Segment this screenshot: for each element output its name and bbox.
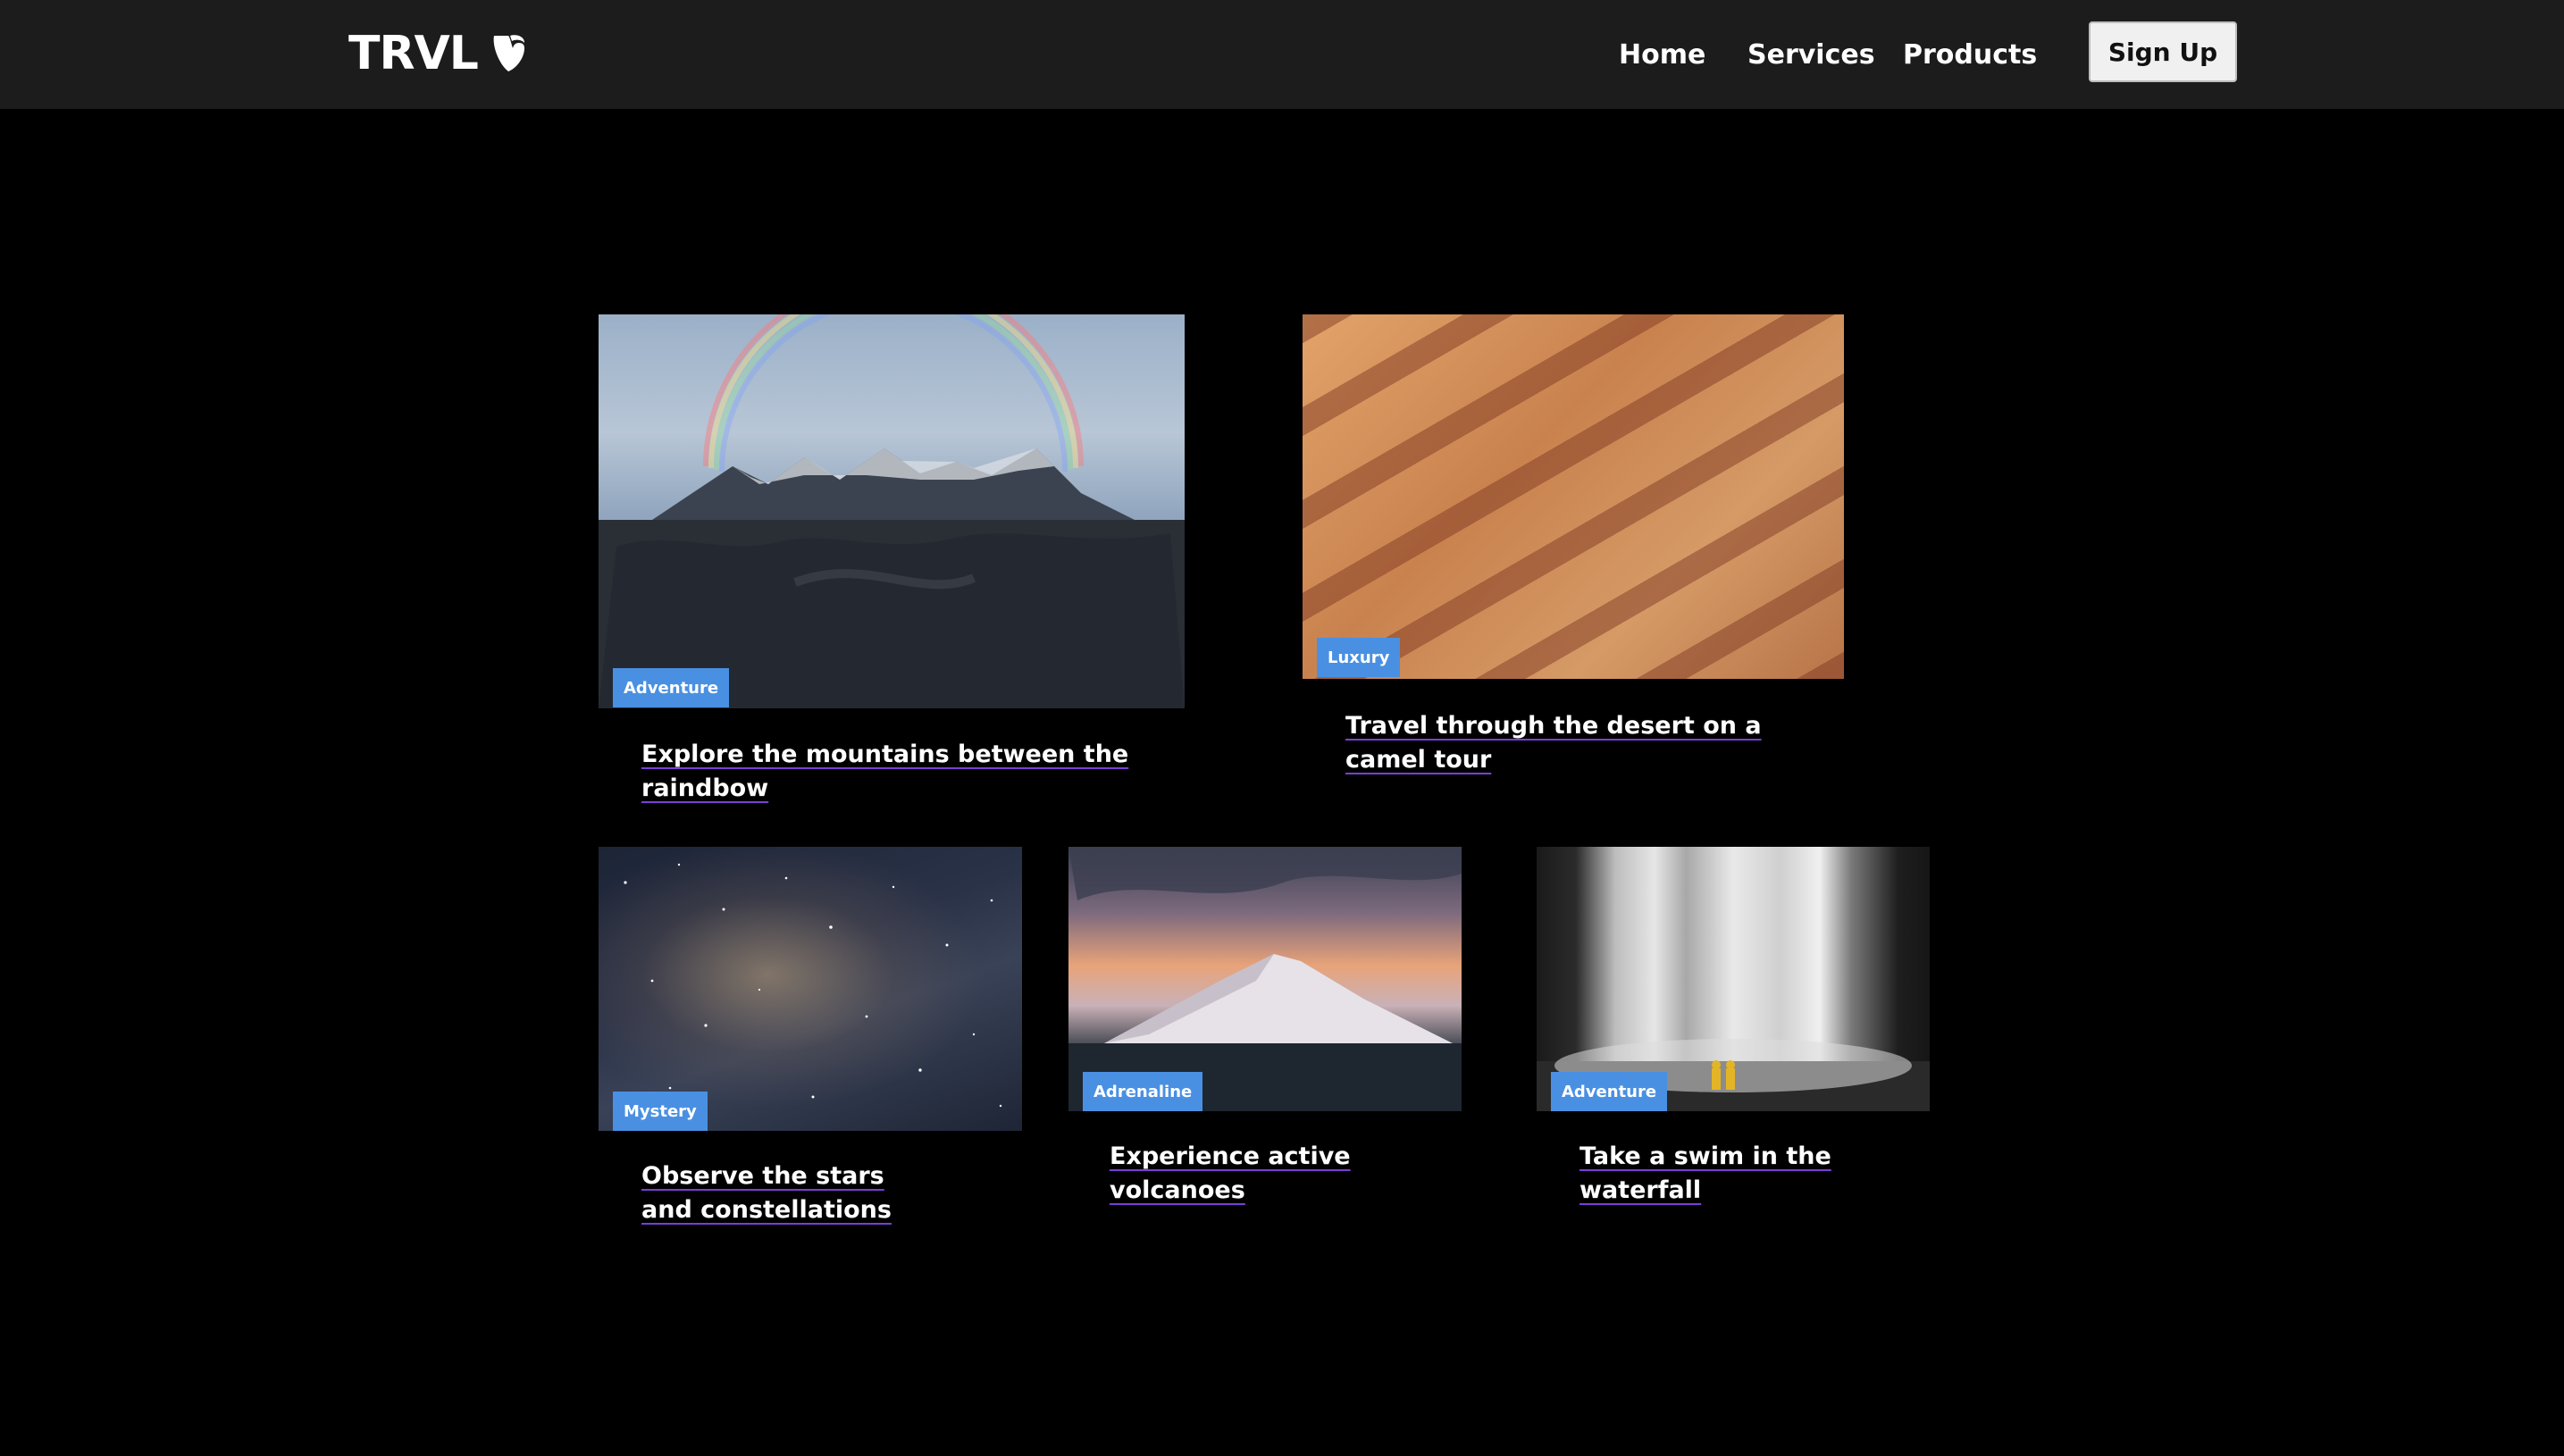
mountains-illustration: [599, 314, 1185, 708]
card-title-link[interactable]: Take a swim in the waterfall: [1579, 1140, 1928, 1208]
nav-link-services[interactable]: Services: [1747, 0, 1875, 109]
stars-illustration: [624, 863, 1002, 1108]
category-badge: Luxury: [1317, 638, 1401, 677]
category-badge: Adrenaline: [1083, 1072, 1203, 1111]
card-title-link[interactable]: Experience active volcanoes: [1110, 1140, 1458, 1208]
card-volcano[interactable]: Adrenaline Experience active volcanoes: [1068, 847, 1462, 1204]
card-waterfall[interactable]: Adventure Take a swim in the waterfall: [1537, 847, 1930, 1204]
top-navbar: TRVL Home Services Products Sign Up: [0, 0, 2564, 109]
category-badge: Adventure: [613, 668, 730, 707]
milky-way-image[interactable]: [599, 847, 1022, 1131]
card-title-link[interactable]: Explore the mountains between the raindb…: [641, 738, 1177, 806]
card-mountains[interactable]: Adventure Explore the mountains between …: [599, 314, 1185, 802]
desert-dunes-image[interactable]: [1303, 314, 1844, 679]
brand-logo[interactable]: TRVL: [348, 25, 528, 82]
card-desert[interactable]: Luxury Travel through the desert on a ca…: [1303, 314, 1844, 774]
mountains-rainbow-image[interactable]: [599, 314, 1185, 708]
card-stars[interactable]: Mystery Observe the stars and constellat…: [599, 847, 1022, 1231]
category-badge: Mystery: [613, 1092, 708, 1131]
nav-link-products[interactable]: Products: [1903, 0, 2037, 109]
category-badge: Adventure: [1551, 1072, 1668, 1111]
card-title-link[interactable]: Observe the stars and constellations: [641, 1159, 909, 1227]
typo3-logo-icon: [493, 35, 524, 71]
card-title-link[interactable]: Travel through the desert on a camel tou…: [1345, 709, 1846, 777]
sign-up-button[interactable]: Sign Up: [2089, 21, 2237, 82]
brand-name: TRVL: [348, 27, 479, 80]
nav-link-home[interactable]: Home: [1619, 0, 1705, 109]
